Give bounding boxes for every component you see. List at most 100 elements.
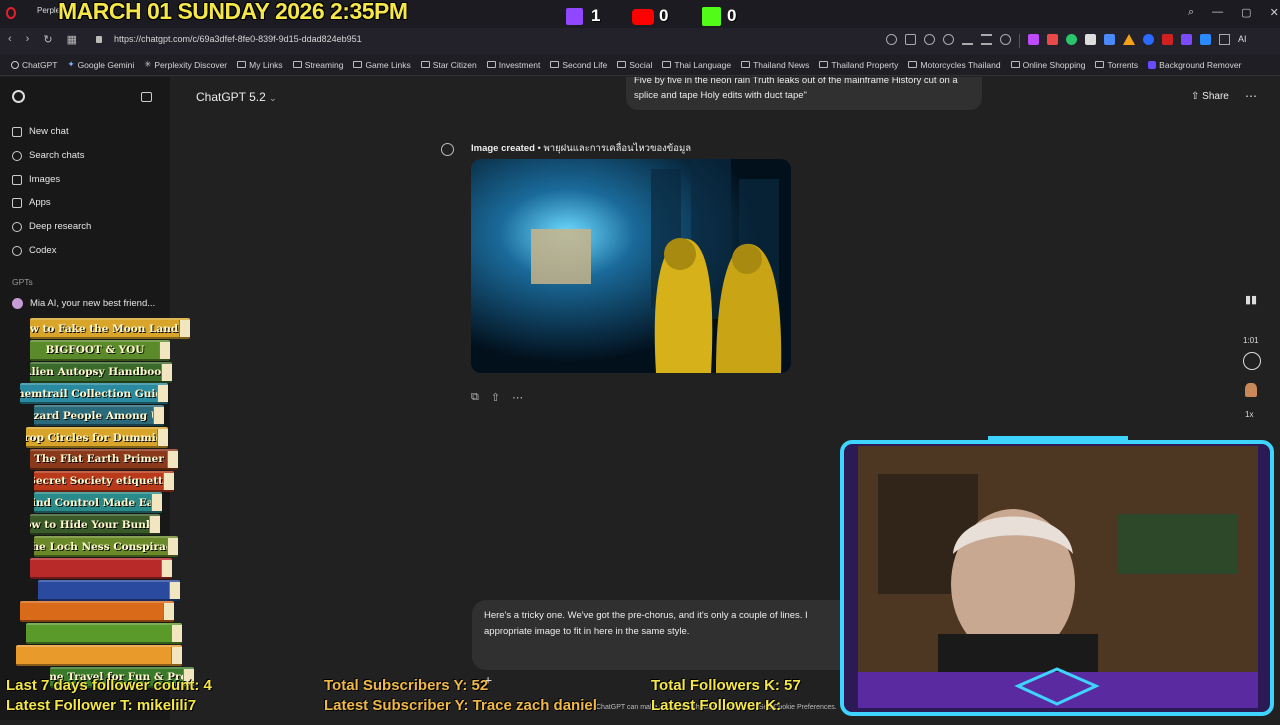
bookmark-folder[interactable]: Game Links — [348, 60, 415, 70]
copy-icon[interactable]: ⧉ — [471, 391, 479, 404]
folder-icon — [550, 61, 560, 68]
latest-follower-t: Latest Follower T: mikelili7 — [6, 697, 197, 714]
twitch-icon — [566, 8, 583, 25]
followers-7days: Last 7 days follower count: 4 — [6, 677, 212, 694]
edit-icon — [12, 126, 22, 137]
model-selector[interactable]: ChatGPT 5.2 ⌄ — [196, 90, 277, 104]
book-spine: Alien Autopsy Handbook — [30, 361, 172, 383]
ext-red-icon[interactable] — [1047, 34, 1058, 45]
sidebar-item-codex[interactable]: Codex — [12, 245, 56, 256]
account-icon[interactable] — [1000, 34, 1011, 45]
sidebar-toggle-icon[interactable] — [141, 92, 152, 102]
bookmark-folder[interactable]: Thai Language — [657, 60, 736, 70]
bookmark-gemini[interactable]: ✦ Google Gemini — [62, 59, 139, 70]
bookmark-folder[interactable]: Thailand Property — [814, 60, 903, 70]
bookmark-folder[interactable]: Investment — [482, 60, 546, 70]
image-created-label: Image created • พายุฝนและการเคลื่อนไหวขอ… — [471, 143, 692, 154]
bookmark-perplexity[interactable]: ✳ Perplexity Discover — [139, 59, 232, 70]
book-spine: The Flat Earth Primer — [30, 448, 178, 470]
ext-translate-icon[interactable] — [1104, 34, 1115, 45]
ext-green-icon[interactable] — [1066, 34, 1077, 45]
folder-icon — [292, 61, 302, 68]
stream-datetime: MARCH 01 SUNDAY 2026 2:35PM — [58, 0, 408, 24]
window-controls: ⌕ — ▢ ✕ — [1188, 6, 1279, 19]
bookmark-folder[interactable]: Streaming — [288, 60, 349, 70]
gpts-heading: GPTs — [12, 277, 33, 287]
forward-icon[interactable]: › — [26, 33, 30, 46]
grid-icon[interactable] — [1028, 34, 1039, 45]
ai-icon[interactable]: AI — [1238, 34, 1247, 48]
sidebar-item-images[interactable]: Images — [12, 174, 60, 185]
book-spine: How to Fake the Moon Landing — [30, 318, 190, 339]
openai-logo-icon[interactable] — [12, 90, 25, 103]
share-icon[interactable]: ⇧ — [491, 391, 500, 404]
bookmark-folder[interactable]: Star Citizen — [416, 60, 482, 70]
ext-blue-icon[interactable] — [1143, 34, 1154, 45]
folder-icon — [617, 61, 627, 68]
voice-icon[interactable]: ▮▮ — [1245, 293, 1257, 306]
bookmark-folder[interactable]: Torrents — [1090, 60, 1143, 70]
book-spine: Secret Society etiquette — [34, 470, 174, 492]
generated-image[interactable] — [471, 159, 791, 373]
search-icon[interactable]: ⌕ — [1188, 6, 1194, 19]
message-actions: ⧉ ⇧ ⋯ — [471, 391, 523, 404]
tabs-icon[interactable]: ▦ — [67, 33, 77, 46]
url-field[interactable]: https://chatgpt.com/c/69a3dfef-8fe0-839f… — [114, 34, 362, 44]
audio-time: 1:01 — [1243, 336, 1259, 345]
minimize-icon[interactable]: — — [1212, 6, 1223, 19]
play-icon[interactable] — [441, 143, 454, 156]
extension-icons: AI — [886, 34, 1247, 48]
book-spine: How to Hide Your Bunker — [30, 514, 160, 536]
bookmark-folder[interactable]: Second Life — [545, 60, 612, 70]
youtube-icon — [632, 9, 654, 25]
maximize-icon[interactable]: ▢ — [1241, 6, 1251, 19]
close-icon[interactable]: ✕ — [1270, 6, 1279, 19]
ext-box-icon[interactable] — [1219, 34, 1230, 45]
ext-youtube-icon[interactable] — [1162, 34, 1173, 45]
sidebar-item-deep-research[interactable]: Deep research — [12, 221, 91, 232]
reload-icon[interactable]: ↻ — [43, 33, 52, 46]
playback-speed[interactable]: 1x — [1245, 410, 1253, 419]
folder-icon — [908, 61, 918, 68]
bookmark-folder[interactable]: Online Shopping — [1006, 60, 1091, 70]
bookmark-folder[interactable]: Motorcycles Thailand — [903, 60, 1005, 70]
kick-count: 0 — [727, 6, 737, 25]
bookmark-folder[interactable]: My Links — [232, 60, 288, 70]
bookmark-folder[interactable]: Thailand News — [736, 60, 814, 70]
bg-remover-icon — [1148, 60, 1157, 69]
sidebar-item-new-chat[interactable]: New chat — [12, 126, 69, 137]
sidebar-item-gpt[interactable]: Mia AI, your new best friend... — [12, 298, 155, 309]
sidebar-item-apps[interactable]: Apps — [12, 197, 51, 208]
ext-shield-icon[interactable] — [1200, 34, 1211, 45]
audio-play-button[interactable] — [1243, 352, 1261, 370]
prompt-input[interactable]: Here's a tricky one. We've got the pre-c… — [472, 600, 852, 670]
webcam-overlay — [840, 436, 1274, 716]
ext-purple-icon[interactable] — [1181, 34, 1192, 45]
share-button[interactable]: ⇧ Share — [1191, 91, 1229, 102]
camera-icon[interactable] — [905, 34, 916, 45]
back-icon[interactable]: ‹ — [8, 33, 12, 46]
download-icon[interactable] — [962, 34, 973, 45]
book-spine — [26, 623, 182, 645]
list-icon[interactable] — [981, 34, 992, 45]
webcam-frame — [838, 434, 1276, 720]
nav-buttons: ‹ › ↻ ▦ — [8, 33, 77, 46]
bookmark-bg-remover[interactable]: Background Remover — [1143, 60, 1246, 70]
more-options-icon[interactable]: ⋯ — [1245, 89, 1257, 103]
more-icon[interactable]: ⋯ — [512, 391, 523, 404]
ext-layers-icon[interactable] — [1085, 34, 1096, 45]
bookmark-chatgpt[interactable]: ChatGPT — [6, 60, 62, 70]
sidebar-item-search[interactable]: Search chats — [12, 150, 84, 161]
extension-icon[interactable] — [886, 34, 897, 45]
opera-logo-icon[interactable] — [6, 7, 16, 19]
shield-icon[interactable] — [924, 34, 935, 45]
telescope-icon — [12, 221, 22, 232]
ext-warning-icon[interactable] — [1123, 34, 1135, 45]
book-spine: The Loch Ness Conspiracy — [34, 536, 178, 557]
heart-icon[interactable] — [943, 34, 954, 45]
bookmark-folder[interactable]: Social — [612, 60, 657, 70]
bookmarks-bar: ChatGPT ✦ Google Gemini ✳ Perplexity Disco… — [0, 54, 1280, 76]
kick-icon — [702, 7, 721, 26]
address-bar: ‹ › ↻ ▦ https://chatgpt.com/c/69a3dfef-8… — [0, 28, 1280, 54]
folder-icon — [486, 61, 496, 68]
